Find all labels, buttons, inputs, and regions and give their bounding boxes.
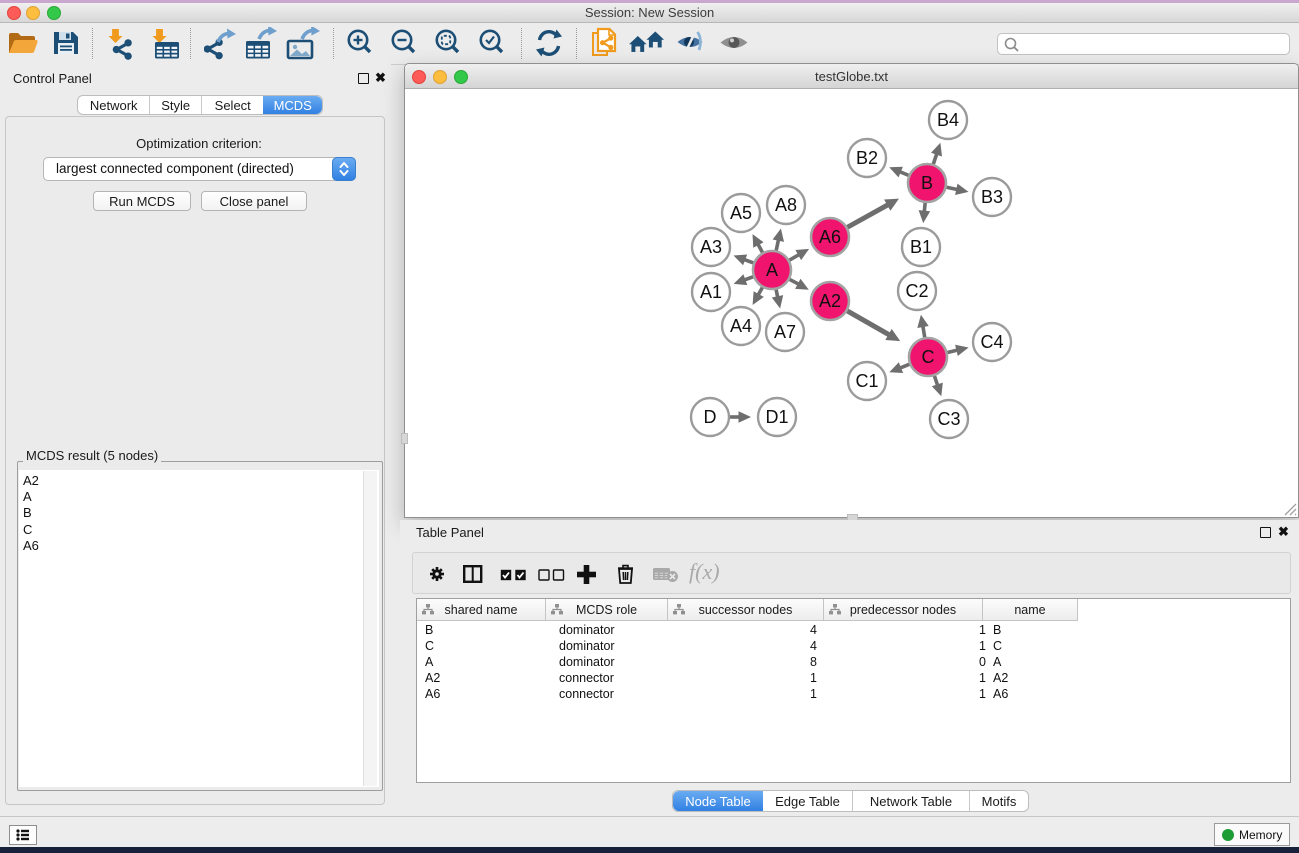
- svg-text:B: B: [921, 173, 933, 193]
- svg-text:A4: A4: [730, 316, 752, 336]
- svg-text:A8: A8: [775, 195, 797, 215]
- svg-text:A3: A3: [700, 237, 722, 257]
- svg-text:B3: B3: [981, 187, 1003, 207]
- svg-text:C: C: [922, 347, 935, 367]
- svg-text:B2: B2: [856, 148, 878, 168]
- svg-text:A7: A7: [774, 322, 796, 342]
- svg-text:C2: C2: [905, 281, 928, 301]
- svg-text:A6: A6: [819, 227, 841, 247]
- svg-text:C1: C1: [855, 371, 878, 391]
- svg-text:B1: B1: [910, 237, 932, 257]
- svg-text:C4: C4: [980, 332, 1003, 352]
- svg-text:D: D: [704, 407, 717, 427]
- svg-text:D1: D1: [765, 407, 788, 427]
- svg-text:A1: A1: [700, 282, 722, 302]
- svg-text:B4: B4: [937, 110, 959, 130]
- svg-text:A5: A5: [730, 203, 752, 223]
- svg-text:A: A: [766, 260, 778, 280]
- svg-text:C3: C3: [937, 409, 960, 429]
- svg-text:A2: A2: [819, 291, 841, 311]
